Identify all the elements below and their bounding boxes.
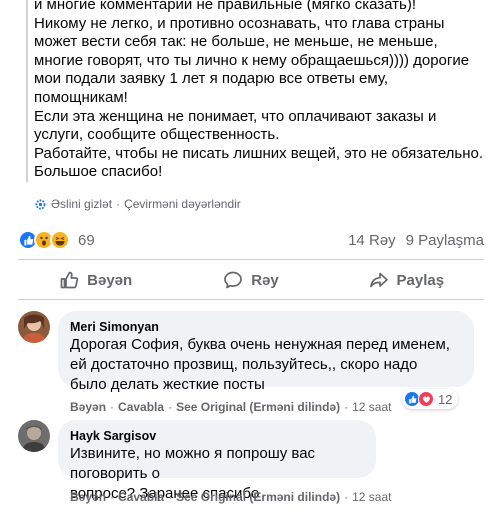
reaction-icons[interactable] [18,230,70,250]
shares-count-link[interactable]: 9 Paylaşma [406,232,484,249]
thread-rail [26,0,28,182]
comment-reply-link[interactable]: Cavabla [118,490,164,504]
like-button-label: Bəyən [87,271,133,289]
avatar[interactable] [18,420,50,452]
comment-bubble: Meri Simonyan Дорогая София, буква очень… [58,311,474,393]
comment-icon [224,271,243,289]
comment-author[interactable]: Hayk Sargisov [70,428,364,444]
comment-item: Hayk Sargisov Извините, но можно я попро… [18,420,488,512]
separator-dot: · [116,197,121,211]
translation-row: Əslini gizlət · Çevirməni dəyərləndir [34,197,241,211]
like-button[interactable]: Bəyən [18,262,173,298]
comment-button[interactable]: Rəy [173,262,328,298]
reactions-summary: 69 14 Rəy 9 Paylaşma [18,226,484,254]
avatar[interactable] [18,311,50,343]
share-button-label: Paylaş [396,271,445,289]
comment-item: Meri Simonyan Дорогая София, буква очень… [18,311,488,414]
comment-text: Дорогая София, буква очень ненужная пере… [70,336,450,393]
share-icon [369,272,388,288]
separator-dot: · [110,400,115,414]
rate-translation-link[interactable]: Çevirməni dəyərləndir [124,197,241,211]
comment-bubble: Hayk Sargisov Извините, но можно я попро… [58,420,376,502]
comment-like-link[interactable]: Bəyən [70,490,106,504]
love-icon [418,391,434,407]
comment-reply-link[interactable]: Cavabla [118,400,164,414]
separator-dot: · [110,490,115,504]
comment-meta: Bəyən · Cavabla · See Original (Erməni d… [70,400,391,414]
see-original-link[interactable]: See Original (Erməni dilində) [176,490,340,504]
separator-dot: · [168,400,173,414]
comment-time[interactable]: 12 saat [352,490,391,504]
divider-bottom [18,299,484,300]
separator-dot: · [344,400,349,414]
thumbs-up-icon [60,271,79,289]
comment-author[interactable]: Meri Simonyan [70,319,462,335]
gear-icon [35,199,46,209]
haha-icon [50,230,70,250]
comment-button-label: Rəy [251,271,279,289]
post-body: и многие комментарии не правильные (мягк… [26,0,488,182]
comment-like-link[interactable]: Bəyən [70,400,106,414]
post-text: и многие комментарии не правильные (мягк… [34,0,484,181]
separator-dot: · [344,490,349,504]
share-button[interactable]: Paylaş [329,262,484,298]
hide-original-link[interactable]: Əslini gizlət [51,197,112,211]
comment-time[interactable]: 12 saat [352,400,391,414]
post-actions: Bəyən Rəy Paylaş [18,262,484,298]
see-original-link[interactable]: See Original (Erməni dilində) [176,400,340,414]
divider-top [18,259,484,260]
comments-count-link[interactable]: 14 Rəy [348,232,396,249]
separator-dot: · [168,490,173,504]
comment-meta: Bəyən · Cavabla · See Original (Erməni d… [70,490,391,504]
reaction-count[interactable]: 69 [78,232,95,249]
comment-reactions[interactable]: 12 [402,389,459,409]
comment-reaction-count: 12 [438,391,453,407]
